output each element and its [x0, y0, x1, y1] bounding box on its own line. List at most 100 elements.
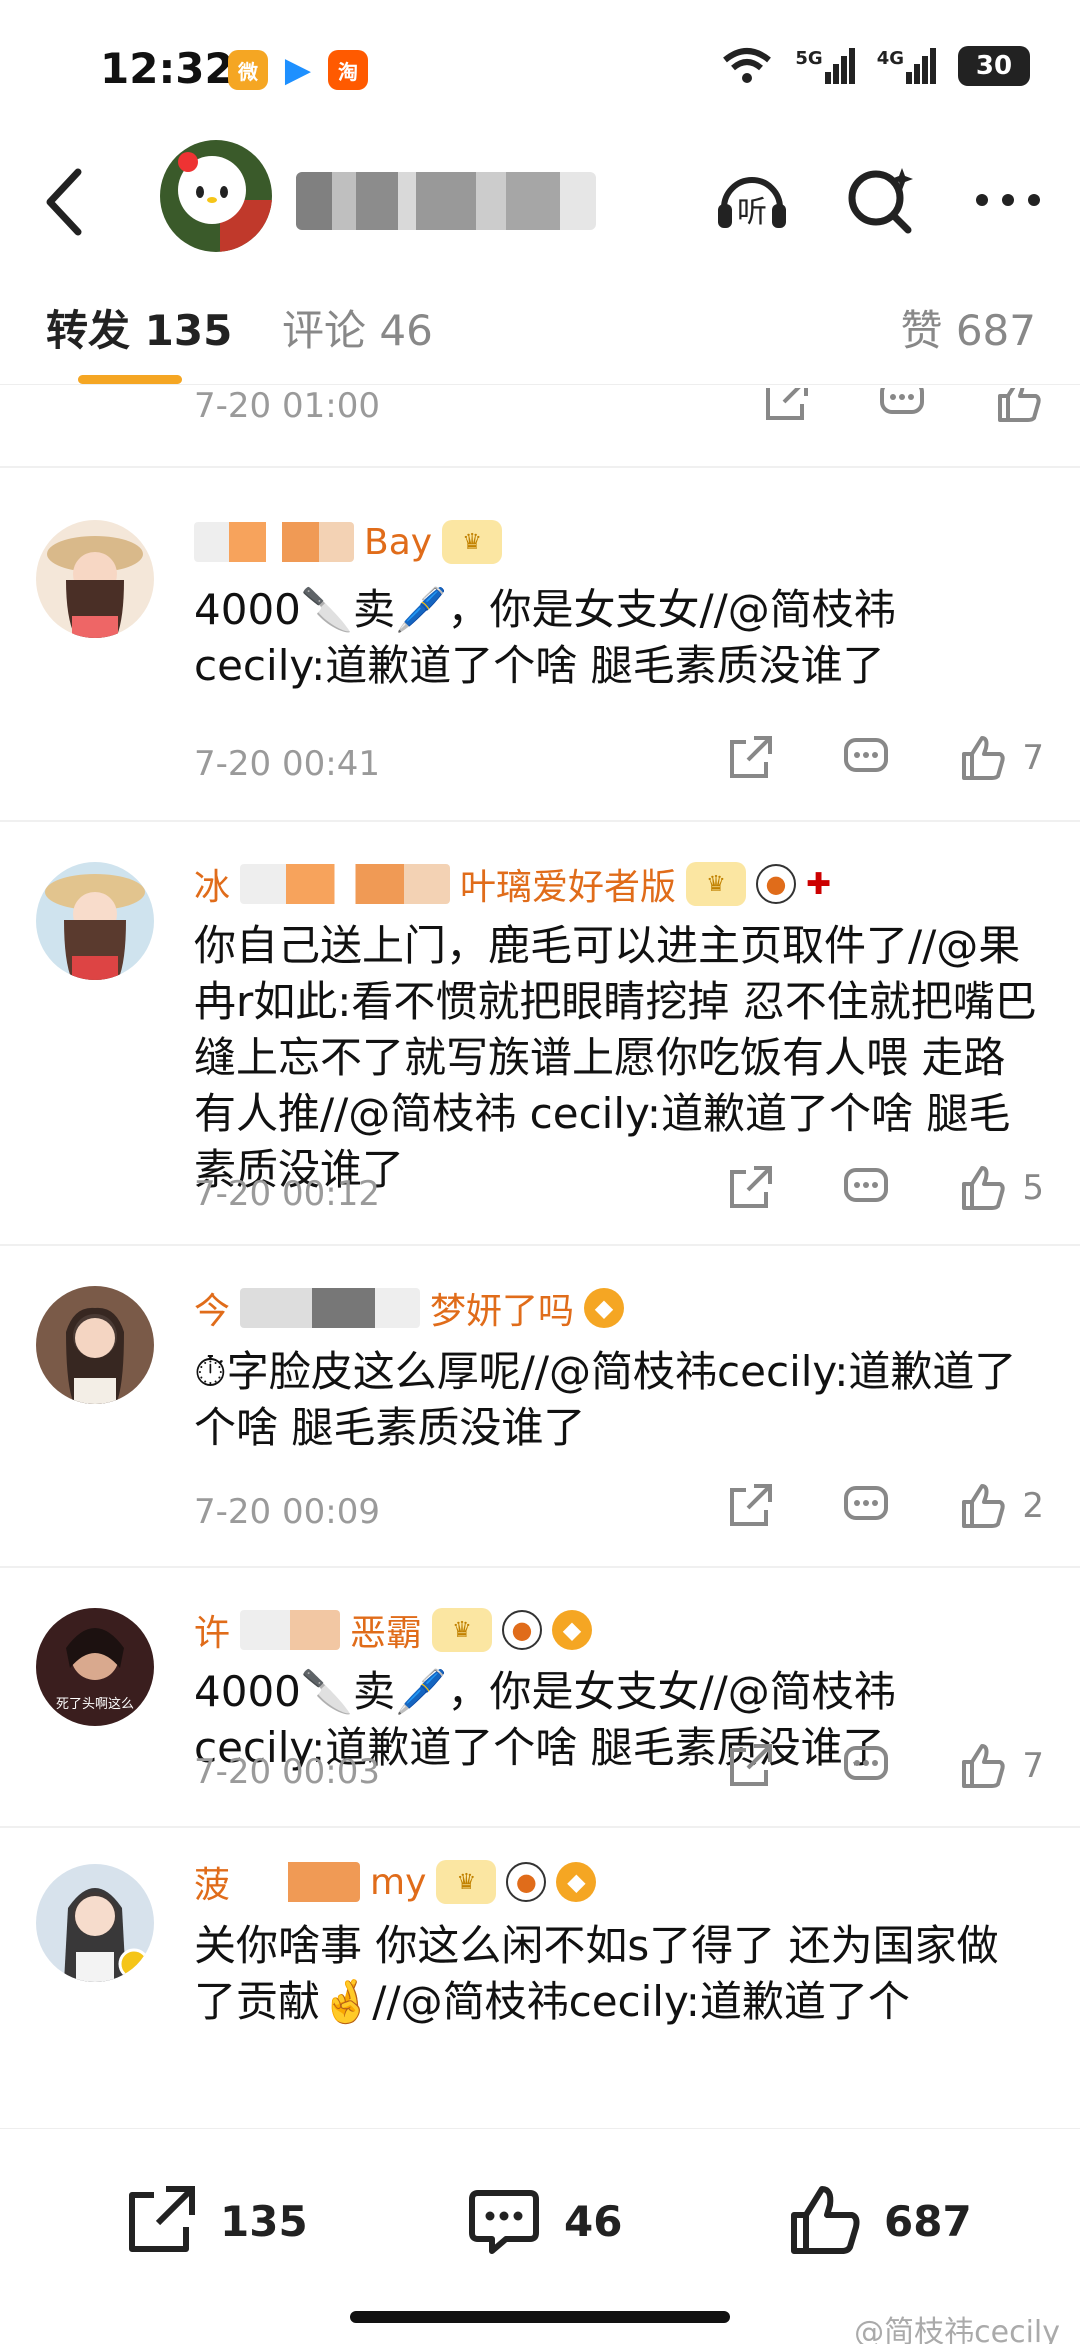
repost-action[interactable]	[724, 732, 776, 784]
taobao-app-icon: 淘	[328, 50, 368, 90]
comment-icon	[844, 738, 889, 772]
panda-badge-icon: ●	[502, 1610, 543, 1650]
thumbs-up-icon	[998, 388, 1041, 422]
listen-headphone-icon[interactable]: 听	[710, 158, 794, 242]
comment-icon	[880, 388, 924, 414]
username[interactable]: 许恶霸 ♛ ● ◆	[194, 1604, 593, 1656]
list-item[interactable]: 菠 my ♛ ● ◆ 关你啥事 你这么闲不如s了得了 还为国家做了贡献🤞//@简枝…	[0, 1828, 1080, 2068]
like-action[interactable]: 5	[956, 1162, 1044, 1214]
repost-text: ⏱字脸皮这么厚呢//@简枝祎cecily:道歉道了个啥 腿毛素质没谁了	[194, 1347, 1017, 1452]
fish-badge-icon: ◆	[584, 1288, 625, 1328]
hello-kitty-image	[160, 140, 272, 252]
post-time: 7-20 00:09	[194, 1492, 380, 1532]
post-time: 7-20 00:03	[194, 1752, 380, 1792]
vip-crown-icon: ♛	[436, 1860, 497, 1904]
active-tab-indicator	[78, 375, 182, 384]
repost-text: 4000🔪卖🖊️，你是女支女//@简枝祎 cecily:道歉道了个啥 腿毛素质没…	[194, 585, 896, 690]
repost-action[interactable]	[724, 1740, 776, 1792]
like-count: 2	[1022, 1486, 1044, 1526]
list-item[interactable]: 冰叶璃爱好者版 ♛ ● ✚ 你自己送上门，鹿毛可以进主页取件了//@果冉r如此:…	[0, 822, 1080, 1246]
comment-action[interactable]	[840, 1162, 892, 1214]
username[interactable]: 菠 my ♛ ● ◆	[194, 1856, 597, 1908]
list-item[interactable]: 今梦妍了吗 ◆ ⏱字脸皮这么厚呢//@简枝祎cecily:道歉道了个啥 腿毛素质…	[0, 1246, 1080, 1568]
notification-icons: 微 ▶ 淘	[228, 50, 368, 90]
like-action[interactable]: 7	[956, 1740, 1044, 1792]
top-nav: 听	[0, 140, 1080, 260]
username[interactable]: Bay ♛	[194, 520, 503, 564]
system-icons: 5G 4G 30	[721, 46, 1030, 86]
like-button[interactable]: 687	[784, 2181, 972, 2261]
repost-list[interactable]: 7-20 01:00 Bay ♛ 4000🔪卖🖊️，你是女支女//@简枝祎 ce…	[0, 388, 1080, 2128]
comment-icon	[844, 1746, 889, 1780]
user-avatar[interactable]	[36, 862, 154, 980]
england-flag-icon: ✚	[806, 866, 832, 902]
home-indicator[interactable]	[350, 2311, 730, 2323]
like-action[interactable]: 7	[956, 732, 1044, 784]
user-avatar[interactable]: 死了头啊这么	[36, 1608, 154, 1726]
search-icon[interactable]	[838, 158, 922, 242]
bottom-action-bar: 135 46 687 @简枝祎cecily	[0, 2128, 1080, 2344]
video-app-icon: ▶	[278, 50, 318, 90]
list-item: 7-20 01:00	[0, 388, 1080, 468]
repost-action[interactable]	[724, 1480, 776, 1532]
comment-icon	[469, 2190, 539, 2254]
post-time: 7-20 00:41	[194, 744, 380, 784]
repost-action[interactable]	[760, 388, 812, 426]
clock: 12:32	[100, 44, 234, 93]
like-count: 7	[1022, 1746, 1044, 1786]
interaction-tabs: 转发 135 评论 46 赞 687	[0, 285, 1080, 385]
panda-badge-icon: ●	[756, 864, 797, 904]
thumbs-up-icon	[962, 1744, 1006, 1788]
signal-5g-icon: 5G	[795, 48, 855, 84]
comment-action[interactable]	[876, 388, 928, 426]
comment-button[interactable]: 46	[464, 2181, 622, 2261]
author-name-blurred	[296, 172, 596, 230]
thumbs-up-icon	[962, 1484, 1006, 1528]
list-item[interactable]: Bay ♛ 4000🔪卖🖊️，你是女支女//@简枝祎 cecily:道歉道了个啥…	[0, 468, 1080, 822]
thumbs-up-icon	[791, 2186, 860, 2254]
like-action[interactable]: 2	[956, 1480, 1044, 1532]
like-count: 7	[1022, 738, 1044, 778]
share-icon	[129, 2186, 195, 2252]
weibo-app-icon: 微	[228, 50, 268, 90]
tab-reposts[interactable]: 转发 135	[46, 297, 232, 358]
comment-icon	[844, 1168, 889, 1202]
battery-icon: 30	[958, 46, 1030, 86]
tab-comments[interactable]: 评论 46	[282, 297, 433, 358]
more-options-icon[interactable]	[966, 158, 1050, 242]
thumbs-up-icon	[962, 736, 1006, 780]
repost-text: 你自己送上门，鹿毛可以进主页取件了//@果冉r如此:看不惯就把眼睛挖掉 忍不住就…	[194, 921, 1037, 1194]
signal-4g-icon: 4G	[877, 48, 936, 84]
vip-crown-icon: ♛	[442, 520, 503, 564]
like-action[interactable]	[992, 388, 1044, 426]
post-time: 7-20 00:12	[194, 1174, 380, 1214]
comment-action[interactable]	[840, 1740, 892, 1792]
repost-text: 关你啥事 你这么闲不如s了得了 还为国家做了贡献🤞//@简枝祎cecily:道歉…	[194, 1921, 999, 2026]
comment-action[interactable]	[840, 1480, 892, 1532]
list-item[interactable]: 死了头啊这么 许恶霸 ♛ ● ◆ 4000🔪卖🖊️，你是女支女//@简枝祎 ce…	[0, 1568, 1080, 1828]
share-icon	[730, 1166, 773, 1208]
user-avatar[interactable]	[36, 1286, 154, 1404]
user-avatar[interactable]	[36, 1864, 154, 1982]
share-icon	[766, 388, 808, 420]
fish-badge-icon: ◆	[556, 1862, 597, 1902]
share-icon	[730, 1484, 773, 1526]
vip-crown-icon: ♛	[686, 862, 747, 906]
username[interactable]: 冰叶璃爱好者版 ♛ ● ✚	[194, 858, 831, 910]
comment-icon	[844, 1486, 889, 1520]
tab-likes[interactable]: 赞 687	[900, 297, 1036, 358]
username[interactable]: 今梦妍了吗 ◆	[194, 1282, 625, 1334]
user-avatar[interactable]	[36, 520, 154, 638]
back-arrow-icon[interactable]	[36, 162, 96, 242]
post-time: 7-20 01:00	[194, 388, 380, 426]
repost-button[interactable]: 135	[120, 2181, 308, 2261]
thumbs-up-icon	[962, 1166, 1006, 1210]
wifi-icon	[723, 48, 772, 83]
weibo-watermark: @简枝祎cecily	[854, 2315, 1060, 2344]
svg-text:死了头啊这么: 死了头啊这么	[56, 1696, 134, 1712]
author-avatar[interactable]	[160, 140, 272, 252]
repost-action[interactable]	[724, 1162, 776, 1214]
panda-badge-icon: ●	[506, 1862, 547, 1902]
comment-action[interactable]	[840, 732, 892, 784]
status-bar: 12:32 微 ▶ 淘 5G 4G 30	[0, 0, 1080, 140]
